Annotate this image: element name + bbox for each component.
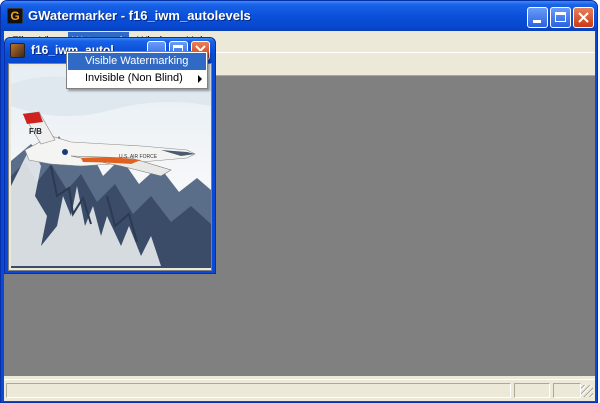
resize-grip[interactable] xyxy=(581,385,593,397)
aircraft-text: U.S. AIR FORCE xyxy=(119,154,158,160)
status-bar xyxy=(4,379,595,399)
status-pane-main xyxy=(6,383,511,398)
document-icon[interactable] xyxy=(10,43,25,58)
title-bar[interactable]: G GWatermarker - f16_iwm_autolevels xyxy=(1,1,597,31)
close-button[interactable] xyxy=(573,7,594,28)
maximize-icon xyxy=(555,12,566,22)
status-pane-3 xyxy=(553,383,581,398)
document-body: F/B U.S. AIR FORCE xyxy=(8,63,212,271)
close-icon xyxy=(578,12,589,23)
minimize-button[interactable] xyxy=(527,7,548,28)
menu-visible-watermarking[interactable]: Visible Watermarking xyxy=(68,53,206,70)
minimize-icon xyxy=(533,20,541,23)
svg-text:F/B: F/B xyxy=(29,127,42,136)
submenu-arrow-icon xyxy=(198,75,202,83)
f16-image: F/B U.S. AIR FORCE xyxy=(11,66,211,268)
f16-photo: F/B U.S. AIR FORCE xyxy=(11,66,211,268)
maximize-button[interactable] xyxy=(550,7,571,28)
menu-invisible-non-blind-label: Invisible (Non Blind) xyxy=(85,72,183,84)
app-icon[interactable]: G xyxy=(7,8,23,24)
window-title: GWatermarker - f16_iwm_autolevels xyxy=(28,8,251,23)
menu-invisible-non-blind[interactable]: Invisible (Non Blind) xyxy=(68,70,206,87)
menu-visible-watermarking-label: Visible Watermarking xyxy=(85,55,189,67)
watermark-dropdown-menu: Visible Watermarking Invisible (Non Blin… xyxy=(66,51,208,89)
status-pane-2 xyxy=(514,383,550,398)
